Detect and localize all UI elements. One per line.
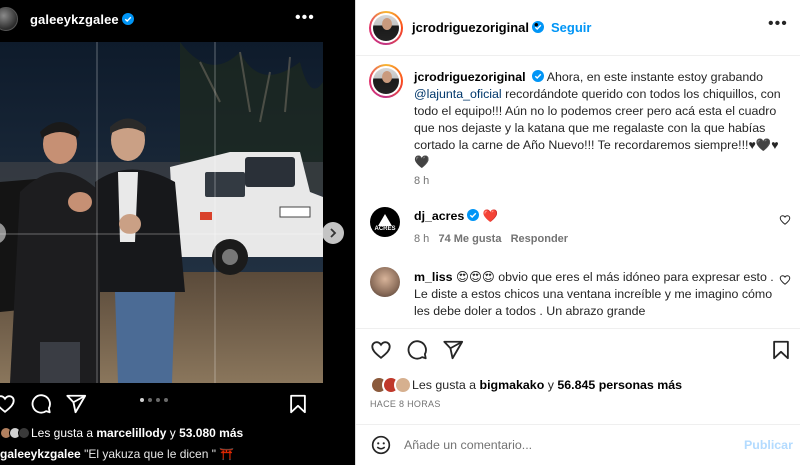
acres-logo-icon: [378, 214, 392, 226]
comment-icon[interactable]: [30, 393, 52, 415]
carousel-dot: [148, 398, 152, 402]
author-avatar[interactable]: [369, 11, 403, 45]
commenter-avatar[interactable]: [370, 267, 400, 297]
avatar-logo-text: ACRES: [374, 226, 396, 232]
likes-count[interactable]: 56.845 personas más: [557, 378, 682, 392]
comment-username[interactable]: dj_acres: [414, 209, 464, 223]
follow-button[interactable]: Seguir: [551, 20, 591, 35]
comment-likes[interactable]: 74 Me gusta: [438, 233, 501, 245]
carousel-dots: [140, 398, 168, 402]
liker-avatars: [0, 427, 30, 439]
comment-icon[interactable]: [406, 339, 428, 361]
comment-text: ❤️: [482, 209, 499, 223]
left-post-actions: [0, 393, 320, 417]
heart-icon[interactable]: [779, 274, 791, 286]
add-comment-bar: Publicar: [356, 424, 800, 465]
post-timestamp[interactable]: HACE 8 HORAS: [370, 399, 441, 409]
carousel-next-button[interactable]: [322, 222, 344, 244]
carousel-dot: [140, 398, 144, 402]
caption-username[interactable]: galeeykzgalee: [0, 447, 81, 461]
bookmark-icon[interactable]: [287, 393, 309, 415]
caption-text-part1: Ahora, en este instante estoy grabando: [546, 70, 764, 84]
share-icon[interactable]: [65, 393, 87, 415]
likes-user-link[interactable]: bigmakako: [480, 378, 545, 392]
reply-button[interactable]: Responder: [511, 233, 568, 245]
caption-username[interactable]: jcrodriguezoriginal: [414, 70, 526, 84]
header-separator: •: [534, 17, 539, 32]
comment-timestamp[interactable]: 8 h: [414, 233, 429, 245]
comments-section: jcrodriguezoriginal Ahora, en este insta…: [356, 57, 800, 327]
comment: dj_acres ❤️: [414, 209, 498, 224]
likes-mid: y: [547, 378, 554, 392]
post-likes: Les gusta a bigmakako y 56.845 personas …: [370, 374, 682, 396]
post-photo-illustration: [0, 42, 323, 383]
left-post-username-text[interactable]: galeeykzgalee: [30, 12, 119, 27]
heart-icon[interactable]: [779, 214, 791, 226]
liker-avatar: [18, 427, 30, 439]
comment-input[interactable]: [404, 434, 734, 456]
share-icon[interactable]: [442, 339, 464, 361]
more-horizontal-icon[interactable]: •••: [295, 9, 315, 27]
verified-badge-icon: [121, 13, 134, 25]
likes-user-link[interactable]: marcelillody: [96, 426, 166, 440]
bookmark-icon[interactable]: [770, 339, 792, 361]
liker-avatar: [394, 376, 412, 394]
caption-timestamp[interactable]: 8 h: [414, 175, 429, 187]
caption-text: "El yakuza que le dicen " ⛩️: [84, 447, 235, 461]
comment-meta: 8 h 74 Me gusta Responder: [414, 233, 568, 245]
likes-count[interactable]: 53.080 más: [179, 426, 243, 440]
likes-mid: y: [169, 426, 176, 440]
likes-prefix: Les gusta a: [412, 378, 477, 392]
heart-icon[interactable]: [370, 339, 392, 361]
commenter-avatar[interactable]: ACRES: [370, 207, 400, 237]
publish-button[interactable]: Publicar: [744, 438, 793, 452]
comment-username[interactable]: m_liss: [414, 270, 453, 284]
left-post-header: galeeykzgalee •••: [0, 0, 355, 40]
post-photo: [0, 42, 323, 383]
carousel-dot: [156, 398, 160, 402]
chevron-right-icon: [330, 228, 337, 238]
author-username-text[interactable]: jcrodriguezoriginal: [412, 20, 529, 35]
emoji-smiley-icon[interactable]: [371, 435, 391, 455]
left-post-avatar[interactable]: [0, 7, 18, 31]
verified-badge-icon: [531, 70, 544, 82]
more-horizontal-icon[interactable]: •••: [768, 15, 788, 33]
comment-text: 😍😍😍 obvio que eres el más idóneo para ex…: [414, 270, 774, 318]
post-detail-panel: jcrodriguezoriginal • Seguir ••• jcrodri…: [355, 0, 800, 465]
likes-prefix: Les gusta a: [31, 426, 94, 440]
post-header: jcrodriguezoriginal • Seguir •••: [356, 0, 800, 56]
comment: m_liss 😍😍😍 obvio que eres el más idóneo …: [414, 269, 776, 320]
left-post-likes: Les gusta a marcelillody y 53.080 más: [0, 426, 243, 440]
post-caption: jcrodriguezoriginal Ahora, en este insta…: [414, 69, 784, 171]
caption-mention-link[interactable]: @lajunta_oficial: [414, 87, 502, 101]
left-post-username[interactable]: galeeykzgalee: [30, 12, 134, 27]
carousel-dot: [164, 398, 168, 402]
left-post-caption: galeeykzgalee "El yakuza que le dicen " …: [0, 447, 234, 461]
verified-badge-icon: [467, 209, 480, 221]
heart-icon[interactable]: [0, 393, 16, 415]
background-post: galeeykzgalee ••• Les gusta a marcelillo…: [0, 0, 355, 465]
post-actions: [356, 328, 800, 370]
author-username[interactable]: jcrodriguezoriginal: [412, 20, 545, 35]
caption-author-avatar[interactable]: [369, 64, 403, 98]
liker-avatars: [370, 376, 412, 394]
